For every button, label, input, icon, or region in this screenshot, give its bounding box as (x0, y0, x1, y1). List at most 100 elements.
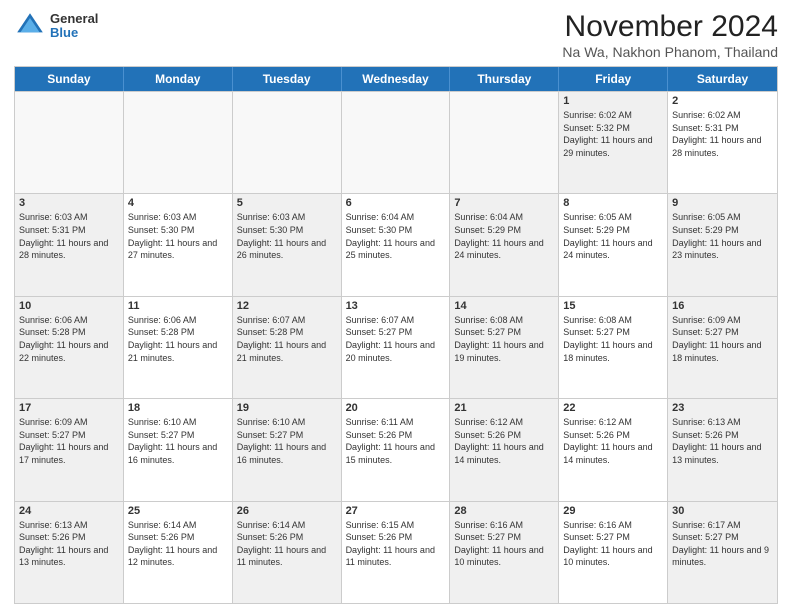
day-number: 3 (19, 197, 119, 209)
calendar: SundayMondayTuesdayWednesdayThursdayFrid… (14, 66, 778, 604)
cell-text: Sunrise: 6:03 AM Sunset: 5:31 PM Dayligh… (19, 211, 119, 261)
logo: General Blue (14, 10, 98, 42)
calendar-cell-3-2: 19 Sunrise: 6:10 AM Sunset: 5:27 PM Dayli… (233, 399, 342, 500)
calendar-cell-2-1: 11 Sunrise: 6:06 AM Sunset: 5:28 PM Dayli… (124, 297, 233, 398)
weekday-header-saturday: Saturday (668, 67, 777, 91)
calendar-cell-4-4: 28Sunrise: 6:16 AM Sunset: 5:27 PM Dayli… (450, 502, 559, 603)
calendar-cell-1-5: 8 Sunrise: 6:05 AM Sunset: 5:29 PM Daylig… (559, 194, 668, 295)
cell-text: Sunrise: 6:03 AM Sunset: 5:30 PM Dayligh… (237, 211, 337, 261)
day-number: 9 (672, 197, 773, 209)
cell-text: Sunrise: 6:08 AM Sunset: 5:27 PM Dayligh… (563, 314, 663, 364)
calendar-cell-2-4: 14 Sunrise: 6:08 AM Sunset: 5:27 PM Dayli… (450, 297, 559, 398)
weekday-header-sunday: Sunday (15, 67, 124, 91)
calendar-row-0: 1 Sunrise: 6:02 AM Sunset: 5:32 PM Daylig… (15, 91, 777, 193)
calendar-cell-1-4: 7 Sunrise: 6:04 AM Sunset: 5:29 PM Daylig… (450, 194, 559, 295)
day-number: 7 (454, 197, 554, 209)
title-area: November 2024 Na Wa, Nakhon Phanom, Thai… (562, 10, 778, 60)
day-number: 23 (672, 402, 773, 414)
cell-text: Sunrise: 6:14 AM Sunset: 5:26 PM Dayligh… (128, 519, 228, 569)
calendar-row-3: 17 Sunrise: 6:09 AM Sunset: 5:27 PM Dayli… (15, 398, 777, 500)
cell-text: Sunrise: 6:07 AM Sunset: 5:27 PM Dayligh… (346, 314, 446, 364)
calendar-cell-2-2: 12 Sunrise: 6:07 AM Sunset: 5:28 PM Dayli… (233, 297, 342, 398)
day-number: 28 (454, 505, 554, 517)
weekday-header-tuesday: Tuesday (233, 67, 342, 91)
calendar-cell-1-1: 4 Sunrise: 6:03 AM Sunset: 5:30 PM Daylig… (124, 194, 233, 295)
day-number: 5 (237, 197, 337, 209)
calendar-cell-1-0: 3 Sunrise: 6:03 AM Sunset: 5:31 PM Daylig… (15, 194, 124, 295)
cell-text: Sunrise: 6:10 AM Sunset: 5:27 PM Dayligh… (237, 416, 337, 466)
header: General Blue November 2024 Na Wa, Nakhon… (14, 10, 778, 60)
cell-text: Sunrise: 6:09 AM Sunset: 5:27 PM Dayligh… (672, 314, 773, 364)
day-number: 27 (346, 505, 446, 517)
cell-text: Sunrise: 6:07 AM Sunset: 5:28 PM Dayligh… (237, 314, 337, 364)
weekday-header-friday: Friday (559, 67, 668, 91)
cell-text: Sunrise: 6:11 AM Sunset: 5:26 PM Dayligh… (346, 416, 446, 466)
day-number: 20 (346, 402, 446, 414)
day-number: 19 (237, 402, 337, 414)
day-number: 13 (346, 300, 446, 312)
cell-text: Sunrise: 6:04 AM Sunset: 5:30 PM Dayligh… (346, 211, 446, 261)
day-number: 12 (237, 300, 337, 312)
calendar-cell-4-1: 25 Sunrise: 6:14 AM Sunset: 5:26 PM Dayli… (124, 502, 233, 603)
cell-text: Sunrise: 6:06 AM Sunset: 5:28 PM Dayligh… (19, 314, 119, 364)
calendar-cell-1-6: 9Sunrise: 6:05 AM Sunset: 5:29 PM Daylig… (668, 194, 777, 295)
day-number: 25 (128, 505, 228, 517)
calendar-cell-2-3: 13 Sunrise: 6:07 AM Sunset: 5:27 PM Dayli… (342, 297, 451, 398)
calendar-row-1: 3 Sunrise: 6:03 AM Sunset: 5:31 PM Daylig… (15, 193, 777, 295)
day-number: 10 (19, 300, 119, 312)
calendar-cell-3-1: 18 Sunrise: 6:10 AM Sunset: 5:27 PM Dayli… (124, 399, 233, 500)
calendar-row-2: 10 Sunrise: 6:06 AM Sunset: 5:28 PM Dayli… (15, 296, 777, 398)
weekday-header-wednesday: Wednesday (342, 67, 451, 91)
cell-text: Sunrise: 6:02 AM Sunset: 5:31 PM Dayligh… (672, 109, 773, 159)
calendar-cell-3-6: 23 Sunrise: 6:13 AM Sunset: 5:26 PM Dayli… (668, 399, 777, 500)
calendar-cell-0-2 (233, 92, 342, 193)
day-number: 21 (454, 402, 554, 414)
calendar-cell-4-0: 24Sunrise: 6:13 AM Sunset: 5:26 PM Dayli… (15, 502, 124, 603)
logo-text: General Blue (50, 12, 98, 41)
cell-text: Sunrise: 6:16 AM Sunset: 5:27 PM Dayligh… (563, 519, 663, 569)
cell-text: Sunrise: 6:04 AM Sunset: 5:29 PM Dayligh… (454, 211, 554, 261)
day-number: 17 (19, 402, 119, 414)
day-number: 16 (672, 300, 773, 312)
cell-text: Sunrise: 6:17 AM Sunset: 5:27 PM Dayligh… (672, 519, 773, 569)
cell-text: Sunrise: 6:05 AM Sunset: 5:29 PM Dayligh… (563, 211, 663, 261)
logo-icon (14, 10, 46, 42)
day-number: 30 (672, 505, 773, 517)
calendar-cell-0-1 (124, 92, 233, 193)
day-number: 8 (563, 197, 663, 209)
day-number: 22 (563, 402, 663, 414)
day-number: 26 (237, 505, 337, 517)
cell-text: Sunrise: 6:02 AM Sunset: 5:32 PM Dayligh… (563, 109, 663, 159)
calendar-body: 1 Sunrise: 6:02 AM Sunset: 5:32 PM Daylig… (15, 91, 777, 603)
day-number: 11 (128, 300, 228, 312)
calendar-cell-4-5: 29 Sunrise: 6:16 AM Sunset: 5:27 PM Dayli… (559, 502, 668, 603)
logo-blue: Blue (50, 26, 98, 40)
cell-text: Sunrise: 6:13 AM Sunset: 5:26 PM Dayligh… (672, 416, 773, 466)
calendar-row-4: 24Sunrise: 6:13 AM Sunset: 5:26 PM Dayli… (15, 501, 777, 603)
cell-text: Sunrise: 6:10 AM Sunset: 5:27 PM Dayligh… (128, 416, 228, 466)
calendar-cell-3-3: 20 Sunrise: 6:11 AM Sunset: 5:26 PM Dayli… (342, 399, 451, 500)
day-number: 18 (128, 402, 228, 414)
calendar-cell-3-0: 17 Sunrise: 6:09 AM Sunset: 5:27 PM Dayli… (15, 399, 124, 500)
calendar-cell-3-4: 21Sunrise: 6:12 AM Sunset: 5:26 PM Dayli… (450, 399, 559, 500)
cell-text: Sunrise: 6:08 AM Sunset: 5:27 PM Dayligh… (454, 314, 554, 364)
day-number: 14 (454, 300, 554, 312)
calendar-cell-1-3: 6 Sunrise: 6:04 AM Sunset: 5:30 PM Daylig… (342, 194, 451, 295)
day-number: 4 (128, 197, 228, 209)
weekday-header-thursday: Thursday (450, 67, 559, 91)
calendar-cell-4-3: 27 Sunrise: 6:15 AM Sunset: 5:26 PM Dayli… (342, 502, 451, 603)
cell-text: Sunrise: 6:03 AM Sunset: 5:30 PM Dayligh… (128, 211, 228, 261)
cell-text: Sunrise: 6:15 AM Sunset: 5:26 PM Dayligh… (346, 519, 446, 569)
weekday-header-monday: Monday (124, 67, 233, 91)
calendar-cell-3-5: 22Sunrise: 6:12 AM Sunset: 5:26 PM Dayli… (559, 399, 668, 500)
calendar-cell-0-5: 1 Sunrise: 6:02 AM Sunset: 5:32 PM Daylig… (559, 92, 668, 193)
day-number: 29 (563, 505, 663, 517)
page: General Blue November 2024 Na Wa, Nakhon… (0, 0, 792, 612)
cell-text: Sunrise: 6:13 AM Sunset: 5:26 PM Dayligh… (19, 519, 119, 569)
cell-text: Sunrise: 6:09 AM Sunset: 5:27 PM Dayligh… (19, 416, 119, 466)
day-number: 15 (563, 300, 663, 312)
cell-text: Sunrise: 6:06 AM Sunset: 5:28 PM Dayligh… (128, 314, 228, 364)
day-number: 1 (563, 95, 663, 107)
day-number: 6 (346, 197, 446, 209)
calendar-cell-4-2: 26Sunrise: 6:14 AM Sunset: 5:26 PM Dayli… (233, 502, 342, 603)
